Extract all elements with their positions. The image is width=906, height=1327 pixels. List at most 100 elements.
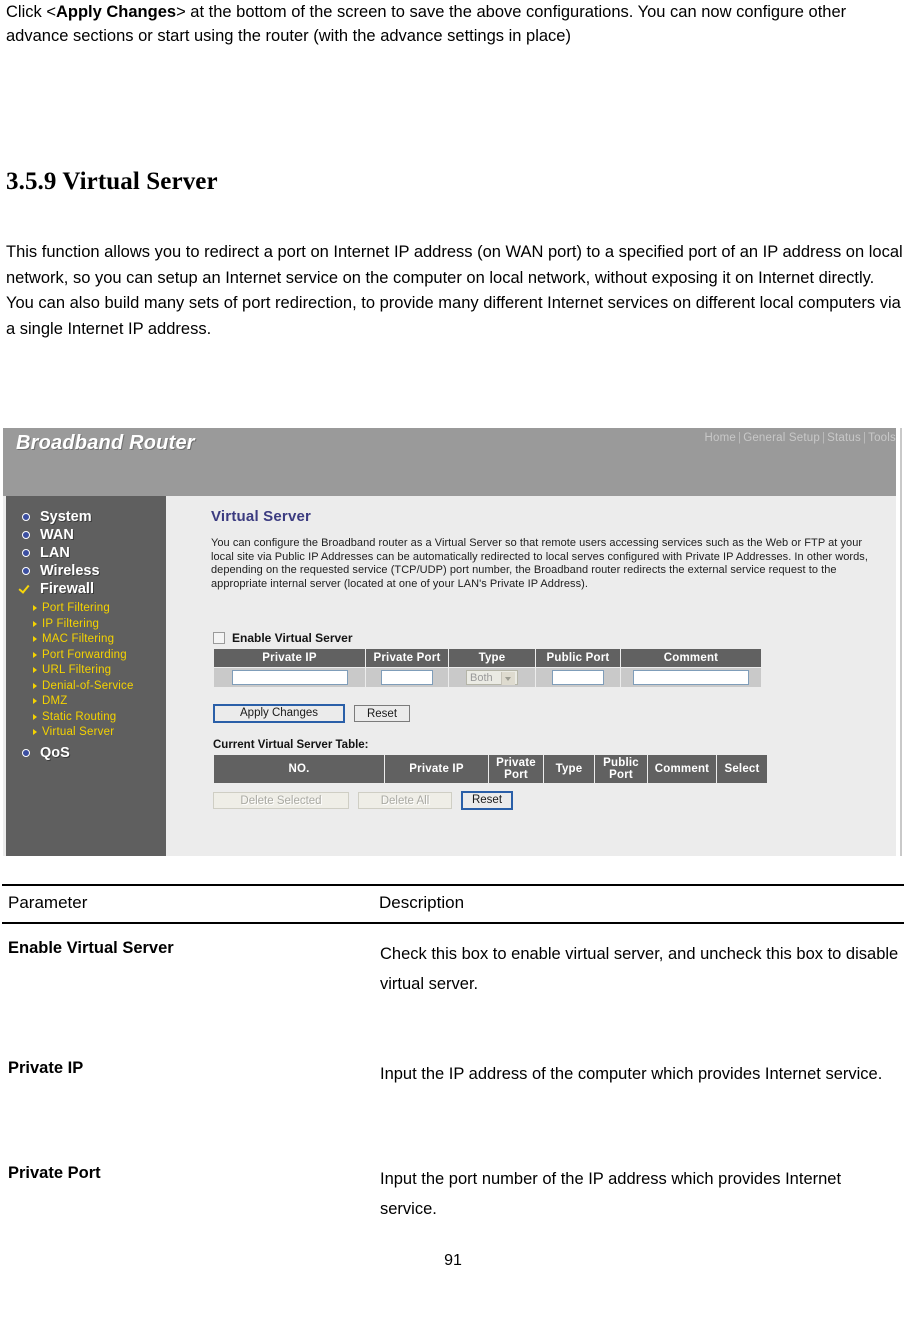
col-header-comment: Comment: [647, 754, 717, 784]
router-web-ui-screenshot: Broadband Router Home | General Setup | Stat…: [3, 428, 902, 856]
sidebar-subitem-static-routing[interactable]: Static Routing: [6, 710, 166, 726]
reset-button[interactable]: Reset: [354, 705, 410, 722]
col-header-type: Type: [543, 754, 595, 784]
enable-virtual-server-row[interactable]: Enable Virtual Server: [213, 631, 353, 646]
sidebar-subitem-label: Port Filtering: [42, 602, 110, 614]
public-port-input[interactable]: [552, 669, 604, 685]
sidebar-item-wireless[interactable]: Wireless: [14, 562, 166, 580]
apply-changes-emphasis: Apply Changes: [55, 3, 177, 21]
virtual-server-entry-table: Private IP Private Port Type Public Port…: [213, 648, 762, 688]
check-icon: [19, 582, 32, 595]
router-top-nav[interactable]: Home | General Setup | Status | Tools: [705, 432, 896, 444]
sidebar-subitem-label: URL Filtering: [42, 664, 112, 676]
nav-link-general-setup[interactable]: General Setup: [743, 432, 820, 444]
sidebar-subitem-label: DMZ: [42, 695, 68, 707]
table-header-row: Private IP Private Port Type Public Port…: [213, 648, 762, 668]
sidebar-subitem-label: Virtual Server: [42, 726, 115, 738]
sidebar-item-label: Wireless: [40, 563, 100, 579]
router-brand-logo: Broadband Router: [16, 432, 195, 454]
table-rule-bottom: [2, 922, 904, 924]
parameter-name: Private IP: [8, 1059, 84, 1077]
chevron-right-icon: [33, 713, 37, 720]
bullet-icon: [22, 513, 30, 521]
sidebar-subitem-port-forwarding[interactable]: Port Forwarding: [6, 648, 166, 664]
enable-virtual-server-checkbox[interactable]: [213, 632, 225, 644]
sidebar-item-firewall[interactable]: Firewall: [14, 580, 166, 598]
nav-link-status[interactable]: Status: [827, 432, 861, 444]
comment-input[interactable]: [633, 669, 749, 685]
parameter-name: Enable Virtual Server: [8, 939, 174, 957]
current-table-label: Current Virtual Server Table:: [213, 739, 369, 751]
chevron-right-icon: [33, 605, 37, 611]
delete-selected-button[interactable]: Delete Selected: [213, 792, 349, 809]
intro-paragraph: Click <Apply Changes> at the bottom of t…: [6, 0, 906, 48]
sidebar-item-system[interactable]: System: [14, 508, 166, 526]
sidebar-subitem-label: IP Filtering: [42, 617, 100, 630]
sidebar-subitem-url-filtering[interactable]: URL Filtering: [6, 663, 166, 679]
chevron-right-icon: [33, 620, 37, 627]
page-title: 3.5.9 Virtual Server: [6, 167, 218, 195]
cell-type: Both: [448, 667, 536, 688]
sidebar-item-label: LAN: [40, 545, 70, 561]
form-button-row: Apply Changes Reset: [213, 704, 410, 723]
table-reset-button[interactable]: Reset: [461, 791, 513, 810]
chevron-right-icon: [33, 636, 37, 642]
current-virtual-server-table: NO. Private IP Private Port Type Public …: [213, 754, 768, 784]
chevron-right-icon: [33, 651, 37, 658]
sidebar-subitem-dmz[interactable]: DMZ: [6, 694, 166, 710]
col-header-private-ip: Private IP: [384, 754, 489, 784]
sidebar-subitem-label: Port Forwarding: [42, 648, 127, 661]
bullet-icon: [22, 549, 30, 557]
col-header-no: NO.: [213, 754, 385, 784]
section-description: This function allows you to redirect a p…: [6, 243, 903, 338]
bullet-icon: [22, 531, 30, 539]
parameter-description: Check this box to enable virtual server,…: [380, 945, 899, 993]
chevron-right-icon: [33, 682, 37, 689]
chevron-down-icon: [501, 671, 515, 685]
sidebar-subitem-virtual-server[interactable]: Virtual Server: [6, 725, 166, 741]
private-ip-input[interactable]: [231, 669, 348, 685]
sidebar-item-wan[interactable]: WAN: [14, 526, 166, 544]
current-table-button-row: Delete Selected Delete All Reset: [213, 791, 522, 810]
col-header-type: Type: [448, 648, 536, 668]
table-header-row: NO. Private IP Private Port Type Public …: [213, 754, 768, 784]
delete-all-button[interactable]: Delete All: [358, 792, 452, 809]
cell-comment: [620, 667, 762, 688]
column-header-description: Description: [379, 893, 465, 912]
col-header-private-ip: Private IP: [213, 648, 366, 668]
chevron-right-icon: [33, 667, 37, 673]
sidebar-subitem-mac-filtering[interactable]: MAC Filtering: [6, 632, 166, 648]
sidebar-subitem-port-filtering[interactable]: Port Filtering: [6, 601, 166, 617]
cell-private-ip: [213, 667, 366, 688]
type-select-value: Both: [470, 671, 493, 684]
col-header-private-port: Private Port: [488, 754, 544, 784]
nav-link-home[interactable]: Home: [705, 432, 736, 444]
cell-private-port: [365, 667, 449, 688]
type-select[interactable]: Both: [466, 669, 518, 685]
sidebar-subitem-label: MAC Filtering: [42, 633, 115, 645]
parameter-name: Private Port: [8, 1164, 101, 1182]
col-header-comment: Comment: [620, 648, 762, 668]
sidebar-item-label: QoS: [40, 744, 70, 761]
col-header-select: Select: [716, 754, 768, 784]
table-rule-top: [2, 884, 904, 886]
bullet-icon: [22, 567, 30, 575]
chevron-right-icon: [33, 729, 37, 735]
table-input-row: Both: [213, 667, 762, 688]
sidebar-item-label: System: [40, 509, 92, 525]
intro-prefix: Click <: [6, 3, 56, 21]
sidebar-subitem-label: Static Routing: [42, 710, 117, 723]
sidebar-item-lan[interactable]: LAN: [14, 544, 166, 562]
nav-link-tools[interactable]: Tools: [868, 432, 896, 444]
sidebar-item-label: Firewall: [40, 581, 94, 597]
sidebar-subitem-ip-filtering[interactable]: IP Filtering: [6, 617, 166, 633]
sidebar-subitem-denial-of-service[interactable]: Denial-of-Service: [6, 679, 166, 695]
col-header-public-port: Public Port: [594, 754, 648, 784]
private-port-input[interactable]: [381, 669, 433, 685]
apply-changes-button[interactable]: Apply Changes: [213, 704, 345, 723]
sidebar-subitem-label: Denial-of-Service: [42, 679, 134, 692]
parameter-description: Input the port number of the IP address …: [380, 1170, 842, 1218]
content-title: Virtual Server: [211, 508, 312, 525]
bullet-icon: [22, 748, 30, 757]
sidebar-item-qos[interactable]: QoS: [14, 744, 166, 762]
